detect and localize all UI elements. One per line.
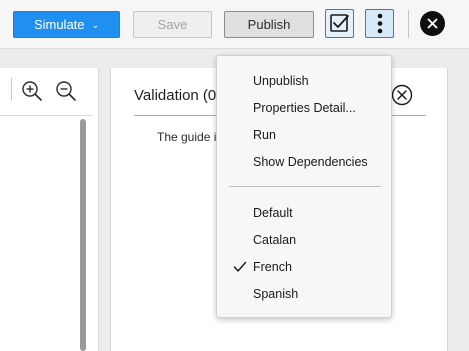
menu-item-language-french[interactable]: French (217, 255, 391, 279)
close-circle-outline-icon[interactable] (391, 84, 413, 106)
menu-item-label: French (253, 260, 292, 274)
simulate-button[interactable]: Simulate ⌄ (13, 11, 120, 38)
menu-item-properties-detail[interactable]: Properties Detail... (217, 96, 391, 120)
menu-item-label: Show Dependencies (253, 155, 368, 169)
menu-item-label: Properties Detail... (253, 101, 356, 115)
menu-item-label: Unpublish (253, 74, 309, 88)
panel-divider (0, 115, 92, 116)
checkbox-check-icon (330, 14, 349, 32)
menu-item-label: Catalan (253, 233, 297, 247)
publish-label: Publish (247, 17, 291, 32)
menu-item-language-spanish[interactable]: Spanish (217, 282, 391, 306)
menu-item-run[interactable]: Run (217, 123, 391, 147)
close-icon (427, 18, 438, 29)
validation-title: Validation (0 (134, 87, 217, 104)
menu-item-language-default[interactable]: Default (217, 201, 391, 225)
zoom-divider (11, 78, 12, 100)
zoom-in-icon[interactable] (21, 80, 43, 102)
simulate-label: Simulate (33, 17, 85, 32)
save-button[interactable]: Save (133, 11, 212, 38)
menu-item-label: Spanish (253, 287, 299, 301)
menu-item-show-dependencies[interactable]: Show Dependencies (217, 150, 391, 174)
vertical-ellipsis-icon (377, 13, 382, 34)
menu-item-language-catalan[interactable]: Catalan (217, 228, 391, 252)
menu-item-label: Default (253, 206, 293, 220)
menu-item-label: Run (253, 128, 276, 142)
zoom-out-icon[interactable] (55, 80, 77, 102)
more-options-menu: Unpublish Properties Detail... Run Show … (216, 55, 392, 318)
validation-message: The guide i (157, 130, 217, 144)
publish-button[interactable]: Publish (224, 11, 314, 38)
more-options-button[interactable] (365, 9, 394, 38)
menu-separator (229, 186, 381, 187)
menu-item-unpublish[interactable]: Unpublish (217, 69, 391, 93)
canvas-panel (0, 68, 99, 351)
save-label: Save (157, 17, 188, 32)
validate-button[interactable] (325, 9, 354, 38)
toolbar-divider (408, 10, 409, 38)
checkmark-icon (233, 261, 247, 272)
close-button[interactable] (420, 11, 445, 36)
toolbar: Simulate ⌄ Save Publish (0, 0, 469, 49)
chevron-down-icon: ⌄ (91, 19, 100, 30)
vertical-scrollbar[interactable] (80, 119, 86, 351)
